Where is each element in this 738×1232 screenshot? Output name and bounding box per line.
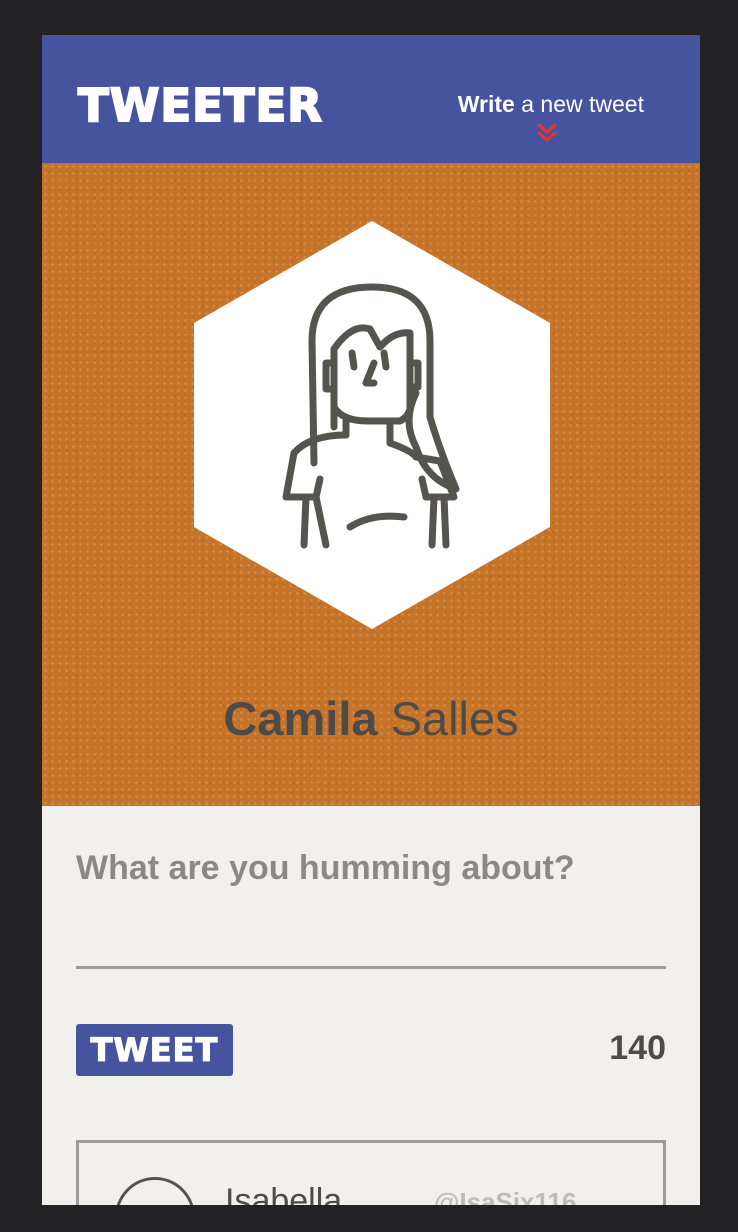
tweet-composer: TWEET 140 Isabella @IsaSix116 bbox=[42, 806, 700, 1205]
tweet-author-handle: @IsaSix116 bbox=[434, 1187, 577, 1205]
profile-last-name: Salles bbox=[377, 692, 519, 745]
profile-name: Camila Salles bbox=[42, 691, 700, 747]
tweet-input[interactable] bbox=[76, 848, 666, 969]
top-nav: TWEETER Write a new tweet bbox=[42, 35, 700, 163]
write-new-tweet-link[interactable]: Write a new tweet bbox=[458, 91, 644, 117]
profile-banner: Camila Salles bbox=[42, 163, 700, 806]
app-logo[interactable]: TWEETER bbox=[77, 80, 323, 132]
profile-first-name: Camila bbox=[223, 692, 378, 745]
app-window: TWEETER Write a new tweet Camila Salles … bbox=[42, 35, 700, 1205]
avatar bbox=[115, 1177, 195, 1205]
tweet-card: Isabella @IsaSix116 bbox=[76, 1140, 666, 1205]
write-link-bold: Write bbox=[457, 91, 515, 117]
tweet-button[interactable]: TWEET bbox=[76, 1024, 233, 1076]
write-link-rest: a new tweet bbox=[514, 91, 644, 117]
tweet-author-name: Isabella bbox=[225, 1182, 343, 1205]
double-chevron-down-icon[interactable] bbox=[536, 123, 558, 143]
character-counter: 140 bbox=[609, 1029, 666, 1067]
woman-avatar-icon bbox=[194, 221, 550, 629]
